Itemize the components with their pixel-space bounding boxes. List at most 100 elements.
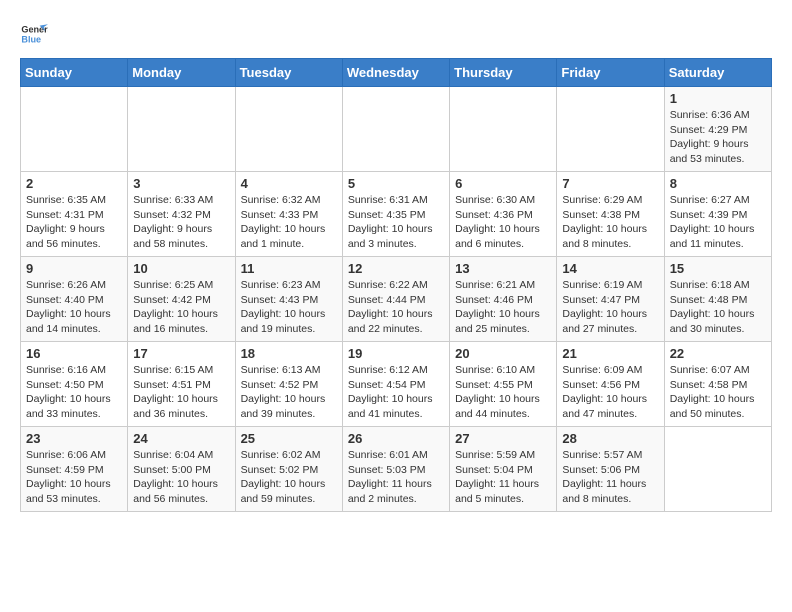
calendar-week-row: 9 Sunrise: 6:26 AM Sunset: 4:40 PM Daylig… bbox=[21, 257, 772, 342]
calendar-cell bbox=[21, 87, 128, 172]
calendar-cell: 14 Sunrise: 6:19 AM Sunset: 4:47 PM Dayli… bbox=[557, 257, 664, 342]
calendar-cell bbox=[235, 87, 342, 172]
day-number: 7 bbox=[562, 176, 658, 191]
day-info: Sunrise: 6:09 AM Sunset: 4:56 PM Dayligh… bbox=[562, 363, 658, 422]
weekday-header-thursday: Thursday bbox=[450, 59, 557, 87]
day-number: 23 bbox=[26, 431, 122, 446]
calendar-cell bbox=[450, 87, 557, 172]
day-number: 19 bbox=[348, 346, 444, 361]
weekday-header-row: SundayMondayTuesdayWednesdayThursdayFrid… bbox=[21, 59, 772, 87]
day-number: 2 bbox=[26, 176, 122, 191]
calendar-cell: 19Sunrise: 6:12 AM Sunset: 4:54 PM Dayli… bbox=[342, 342, 449, 427]
calendar-cell bbox=[557, 87, 664, 172]
calendar-cell: 28 Sunrise: 5:57 AM Sunset: 5:06 PM Dayli… bbox=[557, 427, 664, 512]
weekday-header-wednesday: Wednesday bbox=[342, 59, 449, 87]
day-info: Sunrise: 6:04 AM Sunset: 5:00 PM Dayligh… bbox=[133, 448, 229, 507]
calendar-cell: 7 Sunrise: 6:29 AM Sunset: 4:38 PM Daylig… bbox=[557, 172, 664, 257]
calendar-cell: 13 Sunrise: 6:21 AM Sunset: 4:46 PM Dayli… bbox=[450, 257, 557, 342]
day-info: Sunrise: 6:35 AM Sunset: 4:31 PM Dayligh… bbox=[26, 193, 122, 252]
calendar-cell: 17 Sunrise: 6:15 AM Sunset: 4:51 PM Dayli… bbox=[128, 342, 235, 427]
day-info: Sunrise: 5:59 AM Sunset: 5:04 PM Dayligh… bbox=[455, 448, 551, 507]
day-info: Sunrise: 6:27 AM Sunset: 4:39 PM Dayligh… bbox=[670, 193, 766, 252]
calendar-cell: 20Sunrise: 6:10 AM Sunset: 4:55 PM Dayli… bbox=[450, 342, 557, 427]
day-info: Sunrise: 6:15 AM Sunset: 4:51 PM Dayligh… bbox=[133, 363, 229, 422]
weekday-header-saturday: Saturday bbox=[664, 59, 771, 87]
calendar-cell: 9 Sunrise: 6:26 AM Sunset: 4:40 PM Daylig… bbox=[21, 257, 128, 342]
day-number: 9 bbox=[26, 261, 122, 276]
day-number: 18 bbox=[241, 346, 337, 361]
weekday-header-sunday: Sunday bbox=[21, 59, 128, 87]
day-info: Sunrise: 6:01 AM Sunset: 5:03 PM Dayligh… bbox=[348, 448, 444, 507]
day-number: 8 bbox=[670, 176, 766, 191]
calendar-cell: 15 Sunrise: 6:18 AM Sunset: 4:48 PM Dayli… bbox=[664, 257, 771, 342]
calendar-cell: 22 Sunrise: 6:07 AM Sunset: 4:58 PM Dayli… bbox=[664, 342, 771, 427]
calendar-cell: 11Sunrise: 6:23 AM Sunset: 4:43 PM Dayli… bbox=[235, 257, 342, 342]
day-number: 11 bbox=[241, 261, 337, 276]
calendar-week-row: 16Sunrise: 6:16 AM Sunset: 4:50 PM Dayli… bbox=[21, 342, 772, 427]
day-info: Sunrise: 6:25 AM Sunset: 4:42 PM Dayligh… bbox=[133, 278, 229, 337]
weekday-header-monday: Monday bbox=[128, 59, 235, 87]
calendar-cell: 8 Sunrise: 6:27 AM Sunset: 4:39 PM Daylig… bbox=[664, 172, 771, 257]
page-header: General Blue bbox=[20, 20, 772, 48]
calendar-cell: 24 Sunrise: 6:04 AM Sunset: 5:00 PM Dayli… bbox=[128, 427, 235, 512]
day-number: 27 bbox=[455, 431, 551, 446]
calendar-cell: 12Sunrise: 6:22 AM Sunset: 4:44 PM Dayli… bbox=[342, 257, 449, 342]
day-info: Sunrise: 6:10 AM Sunset: 4:55 PM Dayligh… bbox=[455, 363, 551, 422]
day-number: 15 bbox=[670, 261, 766, 276]
day-info: Sunrise: 6:36 AM Sunset: 4:29 PM Dayligh… bbox=[670, 108, 766, 167]
calendar-cell: 4 Sunrise: 6:32 AM Sunset: 4:33 PM Daylig… bbox=[235, 172, 342, 257]
day-number: 3 bbox=[133, 176, 229, 191]
day-number: 25 bbox=[241, 431, 337, 446]
day-number: 13 bbox=[455, 261, 551, 276]
calendar-table: SundayMondayTuesdayWednesdayThursdayFrid… bbox=[20, 58, 772, 512]
calendar-cell: 5 Sunrise: 6:31 AM Sunset: 4:35 PM Daylig… bbox=[342, 172, 449, 257]
svg-text:Blue: Blue bbox=[21, 34, 41, 44]
calendar-week-row: 2 Sunrise: 6:35 AM Sunset: 4:31 PM Daylig… bbox=[21, 172, 772, 257]
day-info: Sunrise: 6:22 AM Sunset: 4:44 PM Dayligh… bbox=[348, 278, 444, 337]
day-number: 22 bbox=[670, 346, 766, 361]
logo-icon: General Blue bbox=[20, 20, 48, 48]
calendar-cell: 25Sunrise: 6:02 AM Sunset: 5:02 PM Dayli… bbox=[235, 427, 342, 512]
day-info: Sunrise: 6:33 AM Sunset: 4:32 PM Dayligh… bbox=[133, 193, 229, 252]
day-info: Sunrise: 6:26 AM Sunset: 4:40 PM Dayligh… bbox=[26, 278, 122, 337]
day-info: Sunrise: 6:06 AM Sunset: 4:59 PM Dayligh… bbox=[26, 448, 122, 507]
weekday-header-tuesday: Tuesday bbox=[235, 59, 342, 87]
calendar-cell: 21 Sunrise: 6:09 AM Sunset: 4:56 PM Dayli… bbox=[557, 342, 664, 427]
calendar-week-row: 23 Sunrise: 6:06 AM Sunset: 4:59 PM Dayli… bbox=[21, 427, 772, 512]
weekday-header-friday: Friday bbox=[557, 59, 664, 87]
logo: General Blue bbox=[20, 20, 52, 48]
day-info: Sunrise: 6:30 AM Sunset: 4:36 PM Dayligh… bbox=[455, 193, 551, 252]
day-number: 24 bbox=[133, 431, 229, 446]
day-info: Sunrise: 6:31 AM Sunset: 4:35 PM Dayligh… bbox=[348, 193, 444, 252]
day-number: 26 bbox=[348, 431, 444, 446]
day-info: Sunrise: 6:21 AM Sunset: 4:46 PM Dayligh… bbox=[455, 278, 551, 337]
day-number: 16 bbox=[26, 346, 122, 361]
calendar-cell: 26 Sunrise: 6:01 AM Sunset: 5:03 PM Dayli… bbox=[342, 427, 449, 512]
day-info: Sunrise: 6:29 AM Sunset: 4:38 PM Dayligh… bbox=[562, 193, 658, 252]
calendar-cell: 16Sunrise: 6:16 AM Sunset: 4:50 PM Dayli… bbox=[21, 342, 128, 427]
calendar-cell: 10 Sunrise: 6:25 AM Sunset: 4:42 PM Dayli… bbox=[128, 257, 235, 342]
day-info: Sunrise: 6:07 AM Sunset: 4:58 PM Dayligh… bbox=[670, 363, 766, 422]
calendar-cell bbox=[342, 87, 449, 172]
day-number: 14 bbox=[562, 261, 658, 276]
day-info: Sunrise: 5:57 AM Sunset: 5:06 PM Dayligh… bbox=[562, 448, 658, 507]
day-info: Sunrise: 6:13 AM Sunset: 4:52 PM Dayligh… bbox=[241, 363, 337, 422]
day-number: 17 bbox=[133, 346, 229, 361]
day-number: 10 bbox=[133, 261, 229, 276]
calendar-cell: 3 Sunrise: 6:33 AM Sunset: 4:32 PM Daylig… bbox=[128, 172, 235, 257]
day-info: Sunrise: 6:32 AM Sunset: 4:33 PM Dayligh… bbox=[241, 193, 337, 252]
day-number: 4 bbox=[241, 176, 337, 191]
day-info: Sunrise: 6:18 AM Sunset: 4:48 PM Dayligh… bbox=[670, 278, 766, 337]
calendar-cell bbox=[664, 427, 771, 512]
calendar-cell: 6 Sunrise: 6:30 AM Sunset: 4:36 PM Daylig… bbox=[450, 172, 557, 257]
day-number: 6 bbox=[455, 176, 551, 191]
calendar-cell: 18 Sunrise: 6:13 AM Sunset: 4:52 PM Dayli… bbox=[235, 342, 342, 427]
calendar-cell bbox=[128, 87, 235, 172]
day-number: 5 bbox=[348, 176, 444, 191]
calendar-cell: 2 Sunrise: 6:35 AM Sunset: 4:31 PM Daylig… bbox=[21, 172, 128, 257]
day-number: 28 bbox=[562, 431, 658, 446]
day-number: 21 bbox=[562, 346, 658, 361]
calendar-cell: 1Sunrise: 6:36 AM Sunset: 4:29 PM Daylig… bbox=[664, 87, 771, 172]
day-info: Sunrise: 6:19 AM Sunset: 4:47 PM Dayligh… bbox=[562, 278, 658, 337]
calendar-cell: 27 Sunrise: 5:59 AM Sunset: 5:04 PM Dayli… bbox=[450, 427, 557, 512]
